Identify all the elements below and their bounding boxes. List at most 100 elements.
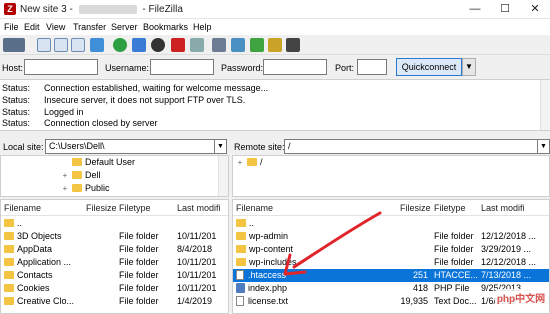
column-filetype[interactable]: Filetype: [434, 203, 466, 213]
folder-icon: [72, 183, 82, 192]
tree-scrollbar[interactable]: [218, 156, 228, 196]
toggle-local-tree-icon[interactable]: [54, 38, 68, 52]
site-manager-icon[interactable]: [3, 38, 25, 52]
chevron-down-icon[interactable]: ▼: [215, 139, 227, 154]
file-name-cell: Contacts: [4, 270, 83, 280]
column-modified[interactable]: Last modifi: [177, 203, 221, 213]
compare-icon[interactable]: [231, 38, 245, 52]
filter-icon[interactable]: [212, 38, 226, 52]
tree-item[interactable]: + Public: [61, 183, 110, 195]
log-scrollbar[interactable]: [540, 80, 550, 130]
tree-item[interactable]: Default User: [61, 157, 135, 169]
tree-item-label: /: [260, 157, 263, 167]
local-path-input[interactable]: C:\Users\Dell\: [45, 139, 215, 154]
remote-site-bar: Remote site: / ▼: [232, 138, 550, 155]
tree-item[interactable]: + Dell: [61, 170, 101, 182]
local-directory-tree: Default User + Dell + Public: [0, 155, 229, 197]
cancel-icon[interactable]: [151, 38, 165, 52]
file-row[interactable]: Contacts File folder 10/11/201: [1, 269, 228, 282]
column-filetype[interactable]: Filetype: [119, 203, 151, 213]
file-type-cell: File folder: [434, 257, 474, 267]
file-row[interactable]: Cookies File folder 10/11/201: [1, 282, 228, 295]
menu-transfer[interactable]: Transfer: [73, 22, 106, 32]
binoculars-icon[interactable]: [286, 38, 300, 52]
close-button[interactable]: ✕: [520, 0, 550, 19]
reconnect-icon[interactable]: [190, 38, 204, 52]
arrow-head: [283, 253, 307, 276]
quickconnect-dropdown[interactable]: ▼: [462, 58, 476, 76]
menu-server[interactable]: Server: [111, 22, 138, 32]
folder-icon: [4, 283, 14, 292]
expand-icon[interactable]: +: [61, 184, 69, 193]
toggle-log-icon[interactable]: [37, 38, 51, 52]
log-message: Insecure server, it does not support FTP…: [44, 95, 246, 105]
message-log[interactable]: Status: Connection established, waiting f…: [0, 79, 550, 131]
menu-bookmarks[interactable]: Bookmarks: [143, 22, 188, 32]
log-status: Status:: [2, 107, 31, 117]
transfer-queue-icon[interactable]: [90, 38, 104, 52]
remote-directory-tree: + /: [232, 155, 550, 197]
column-filesize[interactable]: Filesize: [86, 203, 117, 213]
log-entry: Status: Connection established, waiting f…: [2, 83, 268, 94]
file-type-cell: File folder: [119, 296, 159, 306]
folder-icon: [72, 157, 82, 166]
process-queue-icon[interactable]: [132, 38, 146, 52]
port-input[interactable]: [357, 59, 387, 75]
file-type-cell: File folder: [434, 244, 474, 254]
file-modified-cell: 7/13/2018 ...: [481, 270, 532, 280]
folder-icon: [4, 218, 14, 227]
window-title: New site 3 - - FileZilla: [20, 4, 183, 15]
tree-item-label: Default User: [85, 157, 136, 167]
file-row[interactable]: Creative Clo... File folder 1/4/2019: [1, 295, 228, 308]
menu-view[interactable]: View: [46, 22, 65, 32]
file-name-cell: AppData: [4, 244, 83, 254]
refresh-icon[interactable]: [113, 38, 127, 52]
expand-icon[interactable]: +: [236, 158, 244, 167]
menu-help[interactable]: Help: [193, 22, 212, 32]
menu-edit[interactable]: Edit: [24, 22, 40, 32]
folder-icon: [4, 270, 14, 279]
column-filename[interactable]: Filename: [4, 203, 41, 213]
log-status: Status:: [2, 118, 31, 128]
chevron-down-icon[interactable]: ▼: [538, 139, 550, 154]
toggle-remote-tree-icon[interactable]: [71, 38, 85, 52]
file-row[interactable]: AppData File folder 8/4/2018: [1, 243, 228, 256]
file-size-cell: 251: [412, 270, 428, 280]
disconnect-icon[interactable]: [171, 38, 185, 52]
file-row[interactable]: ..: [1, 217, 228, 230]
folder-icon: [4, 244, 14, 253]
file-size-cell: 19,935: [400, 296, 428, 306]
file-name-cell: Cookies: [4, 283, 83, 293]
remote-path-input[interactable]: /: [284, 139, 538, 154]
tree-item[interactable]: + /: [236, 157, 263, 169]
file-row[interactable]: Application ... File folder 10/11/201: [1, 256, 228, 269]
log-message: Connection established, waiting for welc…: [44, 83, 269, 93]
maximize-button[interactable]: ☐: [490, 0, 520, 19]
quickconnect-button[interactable]: Quickconnect: [396, 58, 462, 76]
folder-icon: [4, 231, 14, 240]
file-modified-cell: 10/11/201: [177, 231, 217, 241]
minimize-button[interactable]: —: [460, 0, 490, 19]
log-status: Status:: [2, 95, 31, 105]
file-row[interactable]: 3D Objects File folder 10/11/201: [1, 230, 228, 243]
quickconnect-bar: Host: Username: Password: Port: Quickcon…: [0, 56, 550, 78]
file-name-cell: Creative Clo...: [4, 296, 83, 306]
file-type-cell: File folder: [119, 283, 159, 293]
column-modified[interactable]: Last modifi: [481, 203, 525, 213]
username-input[interactable]: [150, 59, 214, 75]
host-input[interactable]: [24, 59, 98, 75]
file-type-cell: HTACCE...: [434, 270, 478, 280]
log-entry: Status: Logged in: [2, 107, 84, 118]
toolbar: [0, 35, 550, 55]
file-name-cell: Application ...: [4, 257, 83, 267]
file-type-cell: File folder: [119, 231, 159, 241]
password-input[interactable]: [263, 59, 327, 75]
local-site-bar: Local site: C:\Users\Dell\ ▼: [0, 138, 229, 155]
search-icon[interactable]: [268, 38, 282, 52]
column-filesize[interactable]: Filesize: [400, 203, 431, 213]
sync-browse-icon[interactable]: [250, 38, 264, 52]
file-name: ..: [17, 218, 23, 228]
menu-file[interactable]: File: [4, 22, 19, 32]
menu-bar: File Edit View Transfer Server Bookmarks…: [0, 19, 550, 35]
expand-icon[interactable]: +: [61, 171, 69, 180]
